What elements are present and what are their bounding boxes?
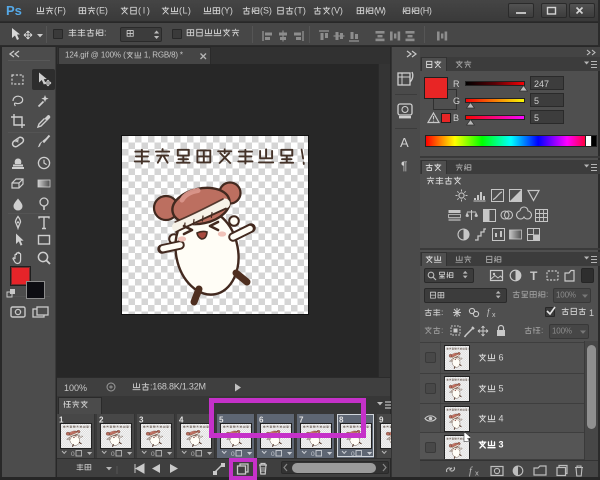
svg-text:T: T	[530, 269, 538, 283]
svg-text:B: B	[453, 113, 459, 123]
svg-text:6: 6	[496, 352, 504, 362]
svg-text:(H): (H)	[420, 5, 432, 15]
svg-text:124.gif @ 100% (: 124.gif @ 100% (	[65, 51, 126, 60]
svg-text::: :	[546, 289, 548, 299]
svg-text:(I): (I)	[138, 5, 150, 15]
svg-text:0: 0	[111, 451, 115, 458]
svg-text:(S): (S)	[260, 5, 272, 15]
svg-text:(E): (E)	[96, 5, 108, 15]
svg-text:0: 0	[191, 451, 195, 458]
svg-text:1: 1	[589, 308, 594, 318]
svg-text::: :	[441, 307, 443, 317]
svg-text:3: 3	[496, 439, 504, 449]
svg-text::: :	[441, 325, 443, 335]
svg-text::: :	[104, 27, 107, 37]
svg-text:5: 5	[534, 96, 539, 106]
svg-text:4: 4	[496, 413, 504, 423]
svg-text:f: f	[469, 466, 473, 477]
svg-text::168.8K/1.32M: :168.8K/1.32M	[150, 381, 206, 391]
svg-text:(W): (W)	[374, 5, 386, 15]
svg-text:x: x	[492, 312, 496, 319]
svg-text:0: 0	[271, 451, 275, 458]
svg-text:¶: ¶	[401, 159, 407, 173]
svg-text:1, RGB/8) *: 1, RGB/8) *	[142, 51, 183, 60]
svg-text::: :	[541, 325, 543, 335]
svg-text:(V): (V)	[331, 5, 343, 15]
svg-text:G: G	[453, 96, 460, 106]
svg-text:100%: 100%	[556, 291, 576, 300]
svg-text:0: 0	[351, 451, 355, 458]
svg-text:0: 0	[151, 451, 155, 458]
svg-text:5: 5	[496, 383, 504, 393]
svg-text:247: 247	[534, 79, 549, 89]
svg-text:100%: 100%	[552, 327, 572, 336]
svg-text:5: 5	[534, 113, 539, 123]
svg-text:0: 0	[231, 451, 235, 458]
svg-text:(L): (L)	[179, 5, 191, 15]
svg-text:(T): (T)	[294, 5, 306, 15]
svg-text:R: R	[453, 79, 460, 89]
svg-text:0: 0	[71, 451, 75, 458]
svg-text:0: 0	[311, 451, 315, 458]
svg-text:(Y): (Y)	[221, 5, 233, 15]
svg-text:A: A	[400, 135, 409, 150]
svg-text:(F): (F)	[54, 5, 66, 15]
svg-text:f: f	[487, 307, 491, 317]
svg-text:100%: 100%	[64, 383, 87, 393]
